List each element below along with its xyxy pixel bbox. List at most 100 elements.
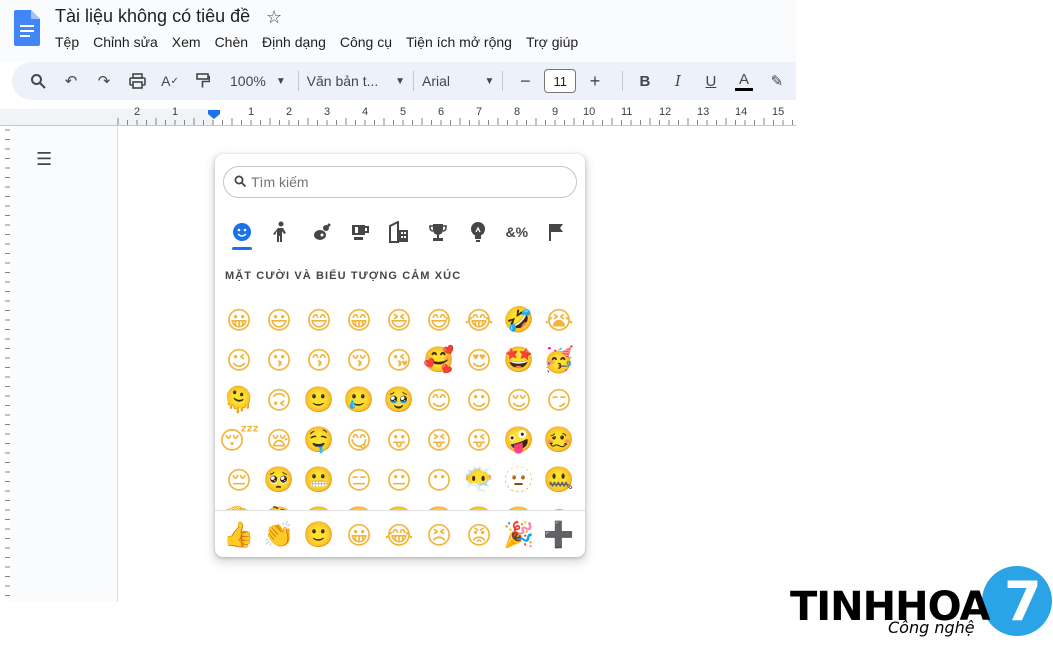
vertical-ruler[interactable] bbox=[0, 126, 10, 602]
emoji-option[interactable]: 🤭 bbox=[379, 500, 419, 510]
emoji-option[interactable]: 😔 bbox=[219, 460, 259, 500]
emoji-option[interactable]: 😆 bbox=[379, 300, 419, 340]
emoji-option[interactable]: 😶 bbox=[419, 460, 459, 500]
emoji-option[interactable]: 😗 bbox=[259, 340, 299, 380]
bold-button[interactable]: B bbox=[631, 67, 659, 95]
emoji-option[interactable]: 😶‍🌫️ bbox=[459, 460, 499, 500]
menu-insert[interactable]: Chèn bbox=[215, 34, 255, 50]
underline-button[interactable]: U bbox=[697, 67, 725, 95]
recent-emoji-option[interactable]: 😀 bbox=[339, 515, 379, 555]
emoji-option[interactable]: 🥺 bbox=[259, 460, 299, 500]
emoji-option[interactable]: 😏 bbox=[539, 380, 579, 420]
trophy-category-icon[interactable] bbox=[425, 218, 451, 246]
document-title[interactable]: Tài liệu không có tiêu đề bbox=[55, 6, 250, 27]
recent-emoji-option[interactable]: ➕ bbox=[539, 515, 579, 555]
emoji-option[interactable]: 🤪 bbox=[499, 420, 539, 460]
font-select[interactable]: Arial ▼ bbox=[422, 73, 494, 89]
emoji-option[interactable]: 🥹 bbox=[379, 380, 419, 420]
emoji-option[interactable]: 😉 bbox=[219, 340, 259, 380]
emoji-option[interactable]: 😜 bbox=[459, 420, 499, 460]
emoji-option[interactable]: 😴 bbox=[219, 420, 259, 460]
emoji-option[interactable]: 😋 bbox=[339, 420, 379, 460]
emoji-option[interactable]: 🫡 bbox=[219, 500, 259, 510]
emoji-option[interactable]: 😘 bbox=[379, 340, 419, 380]
emoji-option[interactable]: 😄 bbox=[299, 300, 339, 340]
emoji-option[interactable]: 😝 bbox=[419, 420, 459, 460]
emoji-option[interactable]: 😚 bbox=[339, 340, 379, 380]
emoji-option[interactable]: 😛 bbox=[379, 420, 419, 460]
emoji-option[interactable]: 😅 bbox=[419, 300, 459, 340]
emoji-option[interactable]: 😊 bbox=[419, 380, 459, 420]
smileys-category-icon[interactable] bbox=[229, 218, 255, 250]
menu-help[interactable]: Trợ giúp bbox=[526, 34, 585, 50]
emoji-option[interactable]: 🥳 bbox=[539, 340, 579, 380]
flags-category-icon[interactable] bbox=[543, 218, 569, 246]
text-color-button[interactable]: A bbox=[730, 67, 758, 95]
people-category-icon[interactable] bbox=[268, 218, 294, 246]
symbols-category-icon[interactable]: &% bbox=[504, 218, 530, 246]
food-drink-category-icon[interactable] bbox=[347, 218, 373, 246]
increase-font-size-button[interactable]: + bbox=[581, 67, 609, 95]
menu-tools[interactable]: Công cụ bbox=[340, 34, 399, 50]
emoji-option[interactable]: 🫠 bbox=[219, 380, 259, 420]
emoji-option[interactable]: 😬 bbox=[299, 460, 339, 500]
emoji-option[interactable]: 😃 bbox=[259, 300, 299, 340]
recent-emoji-option[interactable]: 👏 bbox=[259, 515, 299, 555]
emoji-option[interactable]: 🤩 bbox=[499, 340, 539, 380]
emoji-option[interactable]: 😙 bbox=[299, 340, 339, 380]
emoji-option[interactable]: 🥲 bbox=[339, 380, 379, 420]
recent-emoji-option[interactable]: 😣 bbox=[419, 515, 459, 555]
spellcheck-icon[interactable]: A ✓ bbox=[156, 67, 184, 95]
recent-emoji-option[interactable]: 😡 bbox=[459, 515, 499, 555]
recent-emoji-option[interactable]: 👍 bbox=[219, 515, 259, 555]
redo-icon[interactable]: ↷ bbox=[90, 67, 118, 95]
emoji-option[interactable]: 🤤 bbox=[299, 420, 339, 460]
recent-emoji-option[interactable]: 🎉 bbox=[499, 515, 539, 555]
emoji-option[interactable]: 🥱 bbox=[419, 500, 459, 510]
lightbulb-category-icon[interactable] bbox=[465, 218, 491, 246]
docs-logo-icon[interactable] bbox=[14, 10, 40, 46]
emoji-option[interactable]: 😐 bbox=[379, 460, 419, 500]
emoji-search-input[interactable] bbox=[251, 174, 551, 190]
star-icon[interactable]: ☆ bbox=[266, 7, 282, 27]
emoji-option[interactable]: 😌 bbox=[499, 380, 539, 420]
menu-format[interactable]: Định dạng bbox=[262, 34, 333, 50]
emoji-option[interactable]: 🤣 bbox=[499, 300, 539, 340]
emoji-option[interactable]: 🥰 bbox=[419, 340, 459, 380]
emoji-option[interactable]: 😁 bbox=[339, 300, 379, 340]
recent-emoji-option[interactable]: 🙂 bbox=[299, 515, 339, 555]
zoom-select[interactable]: 100% ▼ bbox=[230, 73, 286, 89]
emoji-option[interactable]: 🥴 bbox=[539, 420, 579, 460]
emoji-option[interactable]: 🫢 bbox=[339, 500, 379, 510]
emoji-option[interactable]: 🫥 bbox=[499, 460, 539, 500]
menu-extensions[interactable]: Tiện ích mở rộng bbox=[406, 34, 519, 50]
outline-list-icon[interactable]: ☰ bbox=[36, 149, 52, 170]
travel-places-category-icon[interactable] bbox=[386, 218, 412, 246]
emoji-option[interactable]: 🤔 bbox=[259, 500, 299, 510]
emoji-option[interactable]: 🙃 bbox=[259, 380, 299, 420]
emoji-option[interactable]: 😭 bbox=[539, 300, 579, 340]
emoji-option[interactable]: 😍 bbox=[459, 340, 499, 380]
emoji-option[interactable]: 🤗 bbox=[459, 500, 499, 510]
menu-edit[interactable]: Chỉnh sửa bbox=[93, 34, 165, 50]
paint-format-icon[interactable] bbox=[189, 67, 217, 95]
paragraph-style-select[interactable]: Văn bản t... ▼ bbox=[307, 73, 405, 89]
search-menus-icon[interactable] bbox=[24, 67, 52, 95]
undo-icon[interactable]: ↶ bbox=[57, 67, 85, 95]
recent-emoji-option[interactable]: 😂 bbox=[379, 515, 419, 555]
print-icon[interactable] bbox=[123, 67, 151, 95]
menu-view[interactable]: Xem bbox=[172, 34, 208, 50]
emoji-option[interactable]: ☺ bbox=[459, 380, 499, 420]
emoji-option[interactable]: 🫣 bbox=[499, 500, 539, 510]
italic-button[interactable]: I bbox=[664, 67, 692, 95]
emoji-option[interactable]: 😑 bbox=[339, 460, 379, 500]
menu-file[interactable]: Tệp bbox=[55, 34, 86, 50]
emoji-option[interactable]: 😂 bbox=[459, 300, 499, 340]
emoji-option[interactable]: 😪 bbox=[259, 420, 299, 460]
emoji-option[interactable]: 😀 bbox=[219, 300, 259, 340]
emoji-option[interactable]: 😱 bbox=[539, 500, 579, 511]
decrease-font-size-button[interactable]: − bbox=[511, 67, 539, 95]
emoji-option[interactable]: 🙂 bbox=[299, 380, 339, 420]
emoji-search-box[interactable] bbox=[223, 166, 577, 198]
font-size-input[interactable]: 11 bbox=[544, 69, 577, 93]
